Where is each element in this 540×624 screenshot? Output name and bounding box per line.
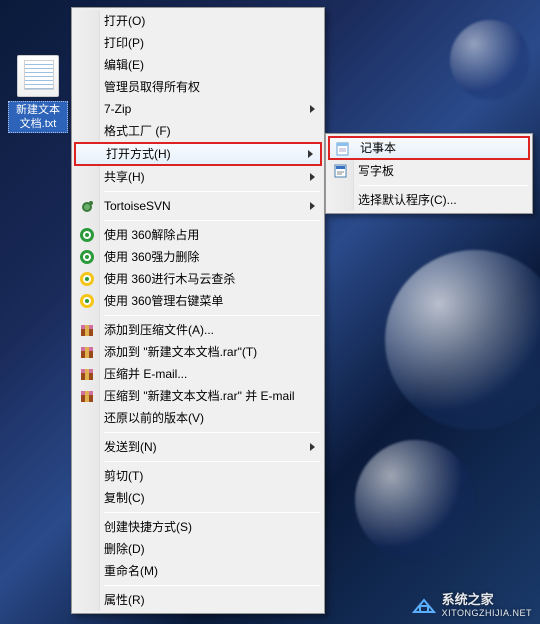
- menu-label: 写字板: [358, 164, 394, 178]
- winrar-icon: [79, 388, 95, 404]
- menu-label: 选择默认程序(C)...: [358, 193, 457, 207]
- menu-separator: [104, 512, 320, 513]
- menu-360-release-lock[interactable]: 使用 360解除占用: [74, 224, 322, 246]
- winrar-icon: [79, 366, 95, 382]
- menu-rename[interactable]: 重命名(M): [74, 560, 322, 582]
- menu-take-ownership[interactable]: 管理员取得所有权: [74, 76, 322, 98]
- menu-label: 添加到 "新建文本文档.rar"(T): [104, 345, 257, 359]
- menu-cut[interactable]: 剪切(T): [74, 465, 322, 487]
- menu-rar-add-named[interactable]: 添加到 "新建文本文档.rar"(T): [74, 341, 322, 363]
- menu-label: 使用 360进行木马云查杀: [104, 272, 235, 286]
- watermark-logo-icon: [410, 592, 438, 616]
- watermark-sub: XITONGZHIJIA.NET: [442, 608, 532, 618]
- 360-shield-icon: [79, 249, 95, 265]
- menu-label: 记事本: [360, 141, 396, 155]
- menu-label: 打印(P): [104, 36, 144, 50]
- chevron-right-icon: [306, 144, 314, 164]
- menu-properties[interactable]: 属性(R): [74, 589, 322, 611]
- menu-rar-email-named[interactable]: 压缩到 "新建文本文档.rar" 并 E-mail: [74, 385, 322, 407]
- open-with-submenu: 记事本 写字板 选择默认程序(C)...: [325, 133, 533, 214]
- submenu-choose-default[interactable]: 选择默认程序(C)...: [328, 189, 530, 211]
- menu-label: 添加到压缩文件(A)...: [104, 323, 214, 337]
- menu-open[interactable]: 打开(O): [74, 10, 322, 32]
- menu-label: 压缩到 "新建文本文档.rar" 并 E-mail: [104, 389, 295, 403]
- background-droplet: [385, 250, 540, 430]
- menu-360-force-delete[interactable]: 使用 360强力删除: [74, 246, 322, 268]
- menu-label: 还原以前的版本(V): [104, 411, 204, 425]
- menu-label: 共享(H): [104, 170, 145, 184]
- menu-create-shortcut[interactable]: 创建快捷方式(S): [74, 516, 322, 538]
- menu-label: 编辑(E): [104, 58, 144, 72]
- menu-delete[interactable]: 删除(D): [74, 538, 322, 560]
- menu-edit[interactable]: 编辑(E): [74, 54, 322, 76]
- menu-label: 复制(C): [104, 491, 145, 505]
- menu-label: 打开(O): [104, 14, 145, 28]
- menu-print[interactable]: 打印(P): [74, 32, 322, 54]
- menu-label: 7-Zip: [104, 102, 131, 116]
- background-droplet: [450, 20, 530, 100]
- notepad-icon: [335, 141, 351, 157]
- menu-format-factory[interactable]: 格式工厂 (F): [74, 120, 322, 142]
- menu-share[interactable]: 共享(H): [74, 166, 322, 188]
- menu-label: 格式工厂 (F): [104, 124, 171, 138]
- menu-label: 使用 360强力删除: [104, 250, 199, 264]
- context-menu: 打开(O) 打印(P) 编辑(E) 管理员取得所有权 7-Zip 格式工厂 (F…: [71, 7, 325, 614]
- chevron-right-icon: [308, 166, 316, 188]
- menu-label: 创建快捷方式(S): [104, 520, 192, 534]
- watermark-title: 系统之家: [442, 592, 494, 607]
- menu-previous-versions[interactable]: 还原以前的版本(V): [74, 407, 322, 429]
- tortoisesvn-icon: [79, 198, 95, 214]
- menu-label: 删除(D): [104, 542, 145, 556]
- winrar-icon: [79, 344, 95, 360]
- chevron-right-icon: [308, 195, 316, 217]
- menu-label: 剪切(T): [104, 469, 143, 483]
- menu-copy[interactable]: 复制(C): [74, 487, 322, 509]
- chevron-right-icon: [308, 98, 316, 120]
- menu-separator: [104, 461, 320, 462]
- winrar-icon: [79, 322, 95, 338]
- menu-separator: [104, 432, 320, 433]
- watermark: 系统之家 XITONGZHIJIA.NET: [410, 589, 532, 618]
- menu-label: 使用 360管理右键菜单: [104, 294, 223, 308]
- menu-label: 重命名(M): [104, 564, 158, 578]
- menu-label: 打开方式(H): [106, 147, 171, 161]
- 360-yellow-icon: [79, 271, 95, 287]
- watermark-text: 系统之家 XITONGZHIJIA.NET: [442, 589, 532, 618]
- menu-separator: [104, 191, 320, 192]
- textfile-icon: [17, 55, 59, 97]
- menu-label: 管理员取得所有权: [104, 80, 200, 94]
- wordpad-icon: [333, 163, 349, 179]
- submenu-notepad[interactable]: 记事本: [328, 136, 530, 160]
- menu-360-cloud-scan[interactable]: 使用 360进行木马云查杀: [74, 268, 322, 290]
- submenu-wordpad[interactable]: 写字板: [328, 160, 530, 182]
- chevron-right-icon: [308, 436, 316, 458]
- menu-label: TortoiseSVN: [104, 199, 171, 213]
- menu-360-context-manage[interactable]: 使用 360管理右键菜单: [74, 290, 322, 312]
- menu-rar-add[interactable]: 添加到压缩文件(A)...: [74, 319, 322, 341]
- menu-rar-email[interactable]: 压缩并 E-mail...: [74, 363, 322, 385]
- desktop-file-label: 新建文本文档.txt: [8, 101, 68, 133]
- menu-send-to[interactable]: 发送到(N): [74, 436, 322, 458]
- 360-shield-icon: [79, 227, 95, 243]
- menu-separator: [104, 585, 320, 586]
- background-droplet: [355, 440, 475, 560]
- menu-separator: [104, 220, 320, 221]
- menu-tortoisesvn[interactable]: TortoiseSVN: [74, 195, 322, 217]
- menu-open-with[interactable]: 打开方式(H): [74, 142, 322, 166]
- menu-label: 压缩并 E-mail...: [104, 367, 187, 381]
- menu-7zip[interactable]: 7-Zip: [74, 98, 322, 120]
- menu-label: 使用 360解除占用: [104, 228, 199, 242]
- desktop-file-icon[interactable]: 新建文本文档.txt: [8, 55, 68, 133]
- menu-label: 发送到(N): [104, 440, 157, 454]
- menu-separator: [104, 315, 320, 316]
- menu-separator: [358, 185, 528, 186]
- menu-label: 属性(R): [104, 593, 145, 607]
- 360-yellow-icon: [79, 293, 95, 309]
